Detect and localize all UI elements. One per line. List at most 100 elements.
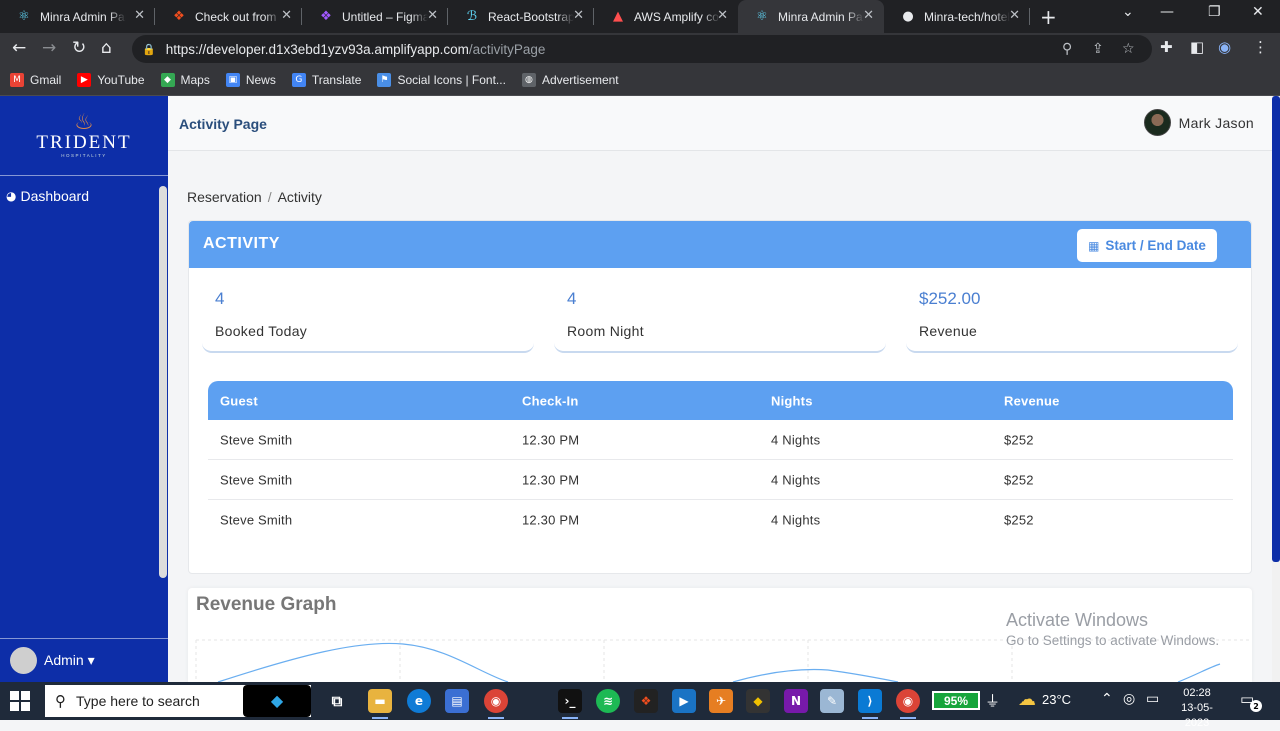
terminal-icon[interactable]: ›_ <box>558 689 582 719</box>
cell-nights: 4 Nights <box>771 472 821 487</box>
close-tab-icon[interactable]: ✕ <box>134 8 145 23</box>
windows-start-icon[interactable] <box>10 691 30 711</box>
bookmark-item[interactable]: ◍ Advertisement <box>521 73 619 87</box>
trident-logo[interactable]: ♨ TRIDENT HOSPITALITY <box>0 96 168 176</box>
close-tab-icon[interactable]: ✕ <box>863 8 874 23</box>
column-header-revenue[interactable]: Revenue <box>1004 393 1060 408</box>
share-icon[interactable]: ⇪ <box>1092 41 1104 57</box>
profile-avatar-icon[interactable]: ◉ <box>1218 38 1231 56</box>
clock-date: 13-05-2023 <box>1181 702 1213 729</box>
chrome-profile-icon[interactable]: ◉ <box>896 689 920 719</box>
cell-check-in: 12.30 PM <box>522 472 580 487</box>
browser-tab[interactable]: ● Minra-tech/hotel ✕ <box>884 0 1030 33</box>
bookmark-item[interactable]: ▣ News <box>225 73 276 87</box>
date-range-button[interactable]: ▦ Start / End Date <box>1077 229 1217 262</box>
onenote-icon[interactable]: N <box>784 689 808 713</box>
scrollbar-thumb[interactable] <box>1272 96 1280 562</box>
bookmark-label: YouTube <box>97 73 145 87</box>
vscode-icon[interactable]: ⟩ <box>858 689 882 719</box>
git-icon[interactable]: ◆ <box>746 689 770 713</box>
close-tab-icon[interactable]: ✕ <box>573 8 584 23</box>
bookmark-item[interactable]: ▶ YouTube <box>77 73 145 87</box>
url-text[interactable]: https://developer.d1x3ebd1yzv93a.amplify… <box>166 42 546 57</box>
close-tab-icon[interactable]: ✕ <box>427 8 438 23</box>
revenue-line <box>217 642 509 682</box>
browser-tab[interactable]: ❖ Untitled – Figma ✕ <box>302 0 448 33</box>
page-scrollbar[interactable] <box>1272 96 1280 682</box>
stat-revenue: $252.00 Revenue <box>906 275 1238 353</box>
battery-indicator[interactable]: 95% <box>932 691 980 710</box>
table-row[interactable]: Steve Smith 12.30 PM 4 Nights $252 <box>208 420 1233 460</box>
address-bar[interactable]: 🔒 https://developer.d1x3ebd1yzv93a.ampli… <box>132 35 1152 63</box>
cell-guest: Steve Smith <box>220 512 293 528</box>
zoom-icon[interactable]: ⚲ <box>1062 41 1072 57</box>
file-explorer-icon[interactable]: ▬ <box>368 689 392 719</box>
close-tab-icon[interactable]: ✕ <box>1009 8 1020 23</box>
back-arrow-icon[interactable]: ← <box>12 38 26 58</box>
notification-center-icon[interactable]: ▭ 2 <box>1240 690 1262 712</box>
column-header-guest[interactable]: Guest <box>220 393 258 408</box>
close-tab-icon[interactable]: ✕ <box>717 8 728 23</box>
task-view-icon[interactable]: ⧉ <box>325 689 349 713</box>
weather-widget[interactable]: ☁ 23°C <box>1018 689 1071 710</box>
date-range-label: Start / End Date <box>1105 238 1206 253</box>
column-header-check-in[interactable]: Check-In <box>522 393 579 408</box>
forward-arrow-icon[interactable]: → <box>42 38 56 58</box>
admin-menu[interactable]: Admin ▾ <box>0 638 168 682</box>
cortana-icon[interactable]: ◆ <box>243 685 311 717</box>
column-header-nights[interactable]: Nights <box>771 393 813 408</box>
bookmark-item[interactable]: ◆ Maps <box>160 73 210 87</box>
minimize-button[interactable]: — <box>1160 4 1174 20</box>
stat-label: Room Night <box>567 323 644 339</box>
location-icon[interactable]: ◎ <box>1123 691 1135 707</box>
breadcrumb-reservation[interactable]: Reservation <box>187 189 262 205</box>
browser-tab[interactable]: ⚛ Minra Admin Pan ✕ <box>738 0 884 33</box>
bookmark-item[interactable]: G Translate <box>291 73 361 87</box>
lock-icon[interactable]: 🔒 <box>142 43 156 56</box>
chrome-icon[interactable]: ◉ <box>484 689 508 719</box>
sidebar-item-dashboard[interactable]: ◕ Dashboard <box>6 188 89 204</box>
restore-button[interactable]: ❐ <box>1208 4 1221 20</box>
spotify-icon[interactable]: ≋ <box>596 689 620 713</box>
cell-check-in: 12.30 PM <box>522 512 580 528</box>
close-window-button[interactable]: ✕ <box>1252 4 1264 20</box>
bookmark-item[interactable]: M Gmail <box>10 73 61 87</box>
reload-icon[interactable]: ↻ <box>72 38 86 58</box>
browser-tab[interactable]: ⚛ Minra Admin Pan ✕ <box>0 0 155 33</box>
tab-search-icon[interactable]: ⌄ <box>1122 4 1134 20</box>
chevron-up-icon[interactable]: ⌃ <box>1101 691 1113 707</box>
bookmark-label: Social Icons | Font... <box>397 73 506 87</box>
taskbar-search[interactable]: ⚲ Type here to search ◆ <box>45 685 311 717</box>
prime-video-icon[interactable]: ▶ <box>672 689 696 713</box>
extensions-icon[interactable]: ✚ <box>1160 38 1173 56</box>
table-row[interactable]: Steve Smith 12.30 PM 4 Nights $252 <box>208 500 1233 540</box>
user-menu[interactable]: Mark Jason <box>1143 109 1254 136</box>
table-row[interactable]: Steve Smith 12.30 PM 4 Nights $252 <box>208 460 1233 500</box>
home-icon[interactable]: ⌂ <box>101 38 112 58</box>
globe-icon: ◍ <box>521 73 536 87</box>
translate-icon: G <box>291 73 306 87</box>
side-panel-icon[interactable]: ◧ <box>1190 38 1204 56</box>
figma-icon[interactable]: ❖ <box>634 689 658 713</box>
stat-booked-today: 4 Booked Today <box>202 275 534 353</box>
browser-tab[interactable]: ❖ Check out from d ✕ <box>155 0 302 33</box>
bookmark-star-icon[interactable]: ☆ <box>1122 41 1135 57</box>
network-icon[interactable]: ▭ <box>1146 691 1159 707</box>
avatar <box>1143 109 1171 136</box>
new-tab-button[interactable]: + <box>1040 5 1057 29</box>
notepad-icon[interactable]: ✎ <box>820 689 844 713</box>
store-icon[interactable]: ▤ <box>445 689 469 713</box>
sidebar-scrollbar[interactable] <box>159 186 167 578</box>
system-clock[interactable]: 02:28 13-05-2023 <box>1172 686 1222 731</box>
cell-guest: Steve Smith <box>220 472 293 487</box>
browser-tab[interactable]: ▲ AWS Amplify con ✕ <box>594 0 738 33</box>
telegram-icon[interactable]: ✈ <box>709 689 733 713</box>
close-tab-icon[interactable]: ✕ <box>281 8 292 23</box>
stat-label: Revenue <box>919 323 978 339</box>
admin-label: Admin ▾ <box>44 652 95 668</box>
sidebar: ♨ TRIDENT HOSPITALITY ◕ Dashboard Admin … <box>0 96 168 682</box>
bookmark-item[interactable]: ⚑ Social Icons | Font... <box>377 73 506 87</box>
edge-icon[interactable]: e <box>407 689 431 713</box>
browser-tab[interactable]: ℬ React-Bootstrap ✕ <box>448 0 594 33</box>
menu-kebab-icon[interactable]: ⋮ <box>1253 38 1268 56</box>
